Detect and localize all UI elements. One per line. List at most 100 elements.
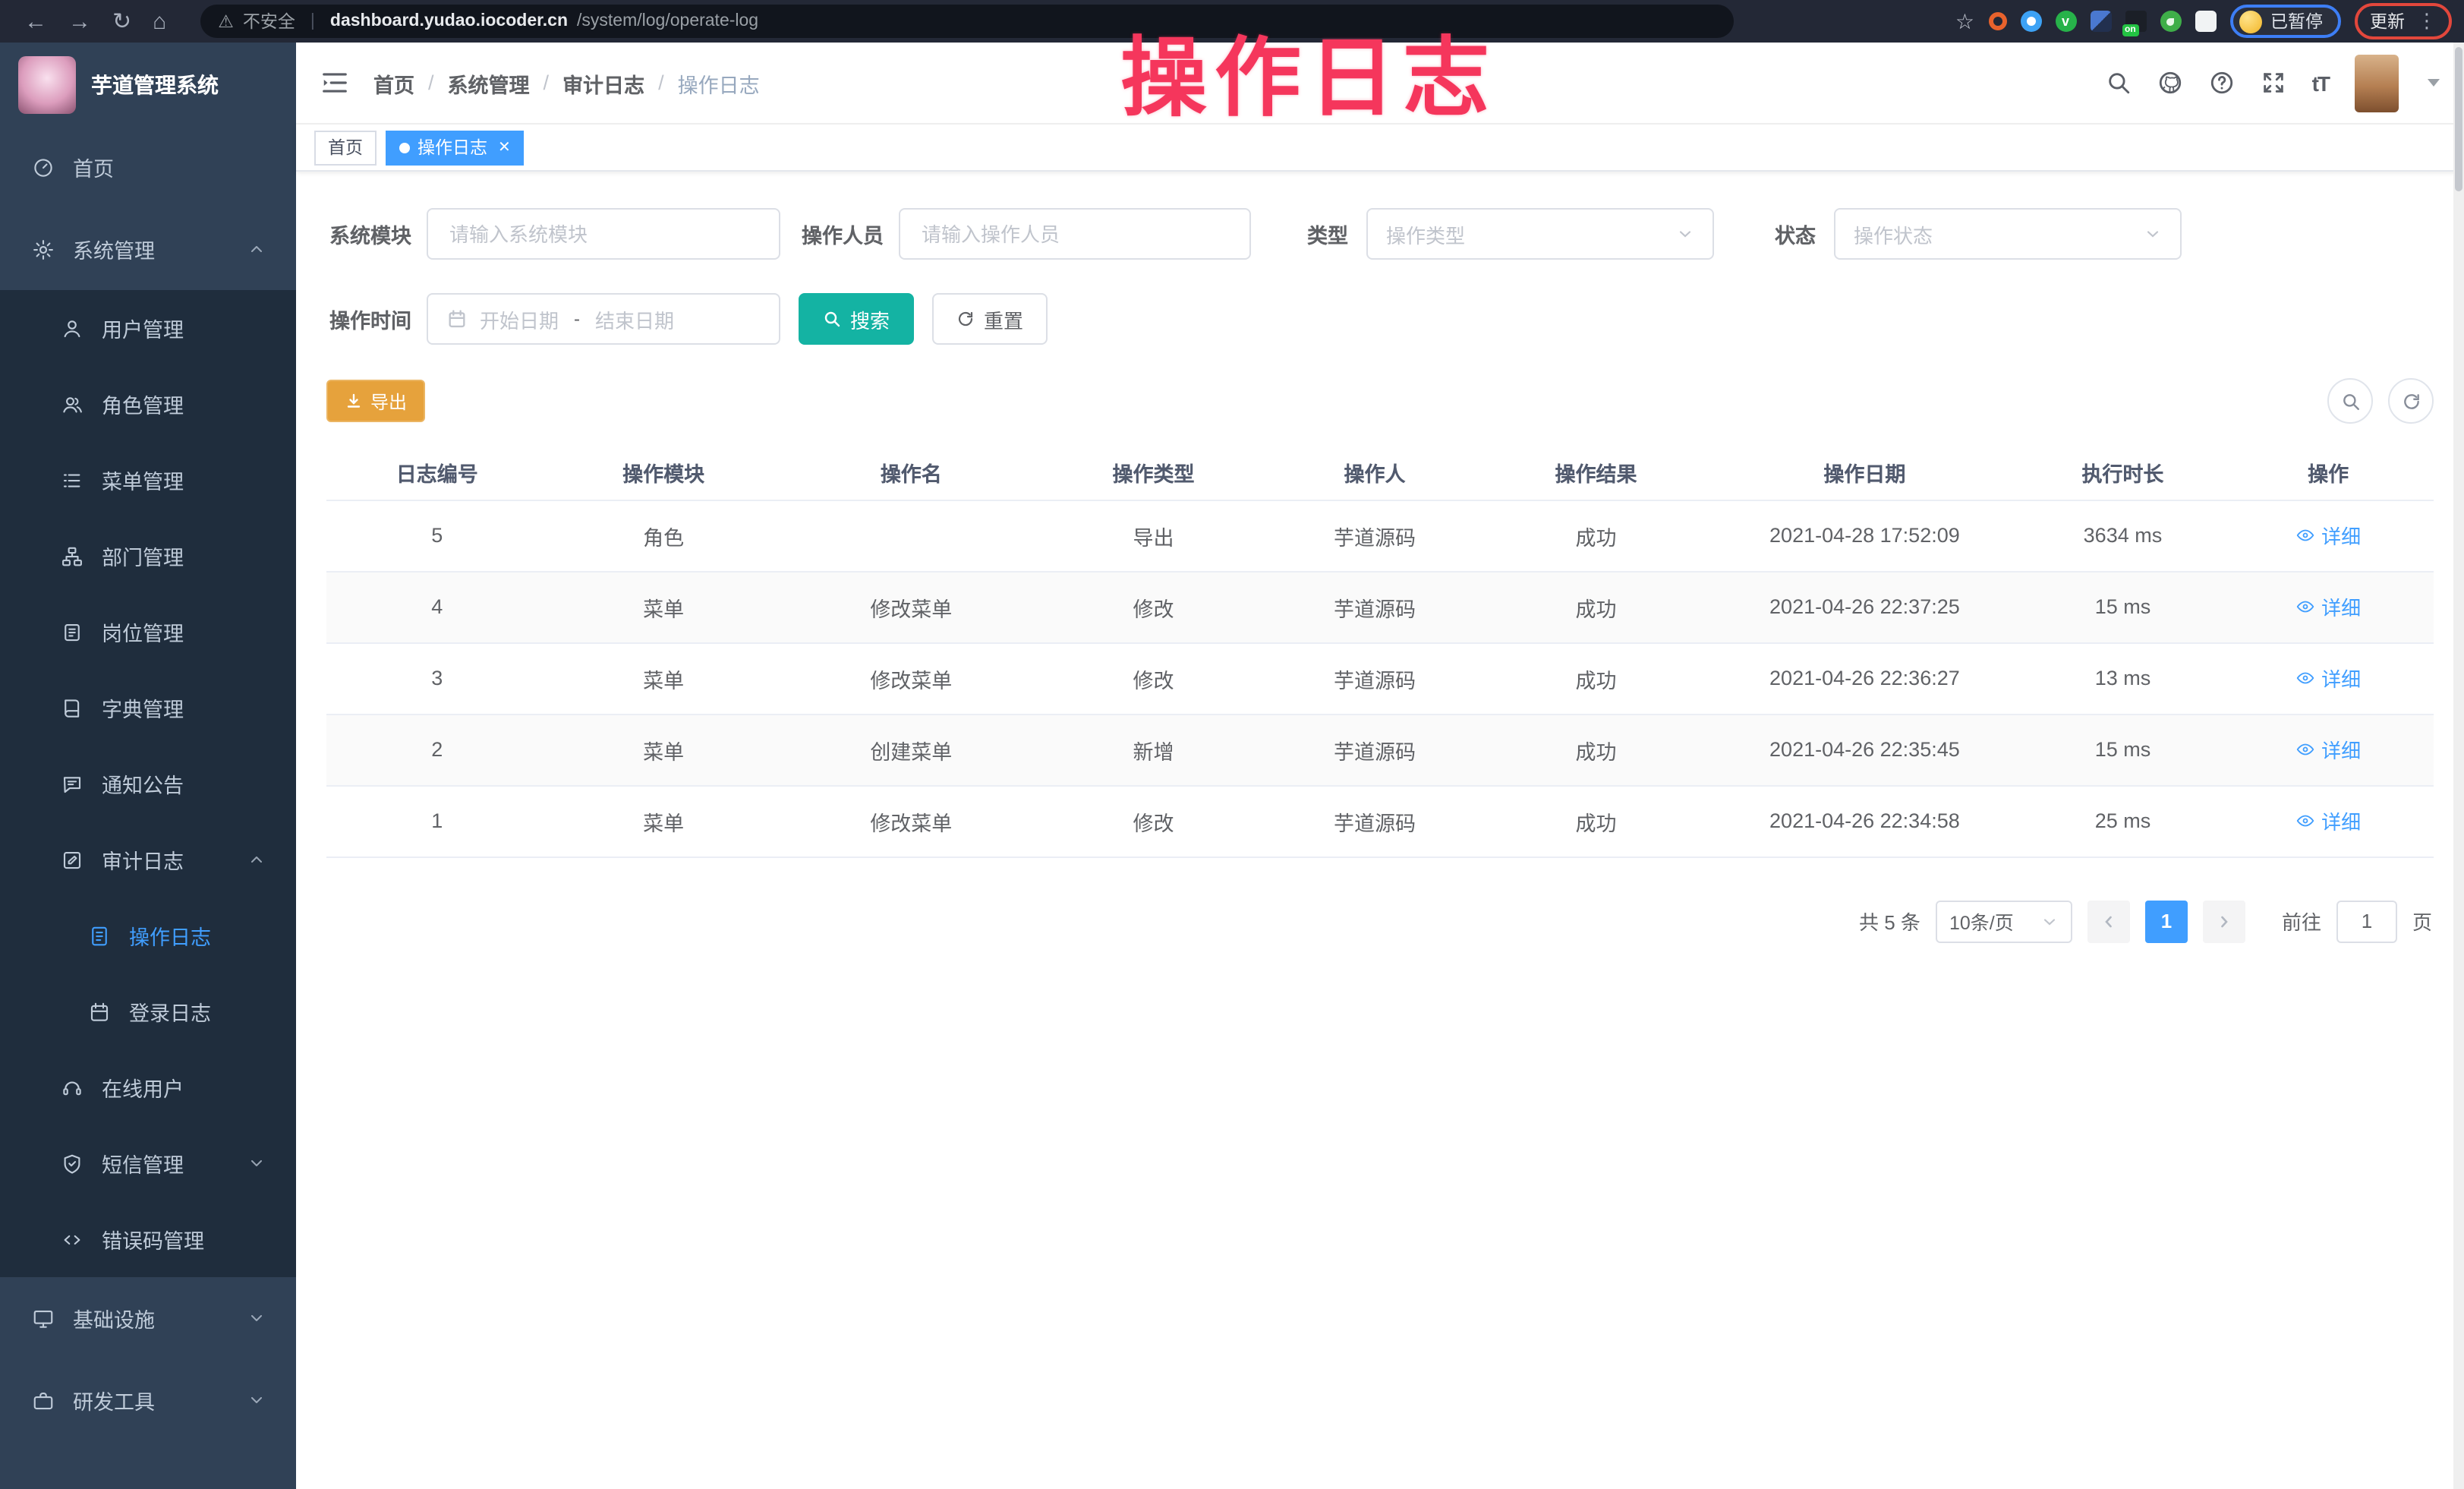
sidebar-toggle-hamburger-icon[interactable] [320,68,349,97]
breadcrumb-separator: / [658,71,664,94]
search-button[interactable]: 搜索 [799,293,914,345]
sidebar-item-label: 短信管理 [102,1148,184,1178]
operator-input[interactable] [918,221,1231,247]
extension-icon[interactable] [2020,11,2041,32]
bookmark-star-icon[interactable]: ☆ [1955,8,1974,34]
sidebar-item-errorcode-management[interactable]: 错误码管理 [0,1201,296,1277]
prev-page-button[interactable] [2087,900,2130,942]
sidebar-item-online-users[interactable]: 在线用户 [0,1049,296,1125]
reload-icon[interactable]: ↻ [112,8,131,35]
detail-link[interactable]: 详细 [2295,806,2361,835]
sidebar-item-label: 通知公告 [102,768,184,799]
toggle-search-button[interactable] [2327,378,2373,424]
breadcrumb-item[interactable]: 首页 [373,68,414,98]
module-input[interactable] [446,221,761,247]
url-path: /system/log/operate-log [577,12,758,30]
sidebar-item-role-management[interactable]: 角色管理 [0,366,296,442]
sidebar-item-notice-announcement[interactable]: 通知公告 [0,746,296,822]
sidebar-item-user-management[interactable]: 用户管理 [0,290,296,366]
sidebar-item-menu-management[interactable]: 菜单管理 [0,442,296,518]
refresh-table-button[interactable] [2388,378,2434,424]
table-column-header: 操作模块 [547,445,779,500]
extension-icon[interactable]: on [2125,11,2146,32]
sidebar-item-label: 用户管理 [102,313,184,343]
address-bar[interactable]: ⚠ 不安全 | dashboard.yudao.iocoder.cn/syste… [200,5,1733,38]
operator-input-wrapper [899,208,1251,260]
font-size-icon[interactable]: tT [2312,71,2329,95]
status-label: 状态 [1773,219,1816,249]
detail-link[interactable]: 详细 [2295,664,2361,692]
forward-icon[interactable]: → [68,8,91,34]
tag-home[interactable]: 首页 [314,130,377,165]
tags-view-bar: 首页操作日志✕ [296,125,2464,172]
goto-page-input[interactable] [2336,900,2397,942]
sidebar-item-operate-log[interactable]: 操作日志 [0,898,296,973]
home-icon[interactable]: ⌂ [153,8,166,34]
cell-duration: 13 ms [2023,642,2223,714]
cell-module: 菜单 [547,714,779,785]
type-select[interactable]: 操作类型 [1366,208,1714,260]
sidebar-item-post-management[interactable]: 岗位管理 [0,594,296,670]
search-icon[interactable] [2106,70,2132,96]
browser-nav-buttons: ← → ↻ ⌂ [12,8,178,35]
org-icon [61,544,83,567]
sidebar-item-dept-management[interactable]: 部门管理 [0,518,296,594]
page-number-button[interactable]: 1 [2145,900,2188,942]
date-range-picker[interactable]: 开始日期 - 结束日期 [427,293,780,345]
tag-operate-log[interactable]: 操作日志✕ [386,130,525,165]
cell-name [780,500,1043,571]
detail-link[interactable]: 详细 [2295,592,2361,621]
refresh-icon [2401,391,2421,411]
sidebar-item-label: 首页 [73,152,114,182]
dashboard-icon [32,156,55,178]
update-button[interactable]: 更新 [2370,9,2405,33]
cell-duration: 3634 ms [2023,500,2223,571]
help-icon[interactable] [2209,70,2235,96]
pagination: 共 5 条 10条/页 1 前往 页 [326,900,2434,942]
sidebar-item-home[interactable]: 首页 [0,126,296,208]
extension-icon[interactable] [1988,12,2006,30]
fullscreen-icon[interactable] [2261,70,2286,96]
avatar-caret-down-icon[interactable] [2428,79,2440,87]
cell-actions: 详细 [2223,642,2434,714]
profile-paused-pill[interactable]: 已暂停 [2229,5,2341,38]
sidebar-logo-row[interactable]: 芋道管理系统 [0,43,296,126]
sidebar-nav: 首页系统管理用户管理角色管理菜单管理部门管理岗位管理字典管理通知公告审计日志操作… [0,126,296,1441]
breadcrumb-item[interactable]: 审计日志 [562,68,644,98]
github-icon[interactable] [2157,70,2183,96]
end-date-placeholder: 结束日期 [595,304,674,333]
extensions-puzzle-icon[interactable] [2195,11,2216,32]
browser-menu-icon[interactable]: ⋮ [2417,9,2437,33]
export-button[interactable]: 导出 [326,380,425,422]
sidebar-item-login-log[interactable]: 登录日志 [0,973,296,1049]
sidebar-item-dev-tools[interactable]: 研发工具 [0,1359,296,1441]
sidebar-item-dict-management[interactable]: 字典管理 [0,670,296,746]
sidebar-item-infrastructure[interactable]: 基础设施 [0,1277,296,1359]
detail-link[interactable]: 详细 [2295,735,2361,764]
page-scrollbar[interactable] [2453,43,2464,1489]
page-size-select[interactable]: 10条/页 [1936,900,2072,942]
next-page-button[interactable] [2203,900,2245,942]
sidebar-item-audit-log[interactable]: 审计日志 [0,822,296,898]
browser-update-area: 更新 ⋮ [2355,3,2452,39]
breadcrumb-item[interactable]: 系统管理 [448,68,530,98]
detail-link[interactable]: 详细 [2295,521,2361,550]
breadcrumb-separator: / [428,71,434,94]
cell-operator: 芋道源码 [1264,642,1485,714]
user-avatar[interactable] [2355,54,2399,112]
eye-icon [2295,811,2315,831]
profile-paused-label: 已暂停 [2270,9,2323,33]
back-icon[interactable]: ← [24,8,47,34]
cell-result: 成功 [1486,714,1706,785]
extension-icon[interactable]: v [2055,11,2076,32]
tag-close-icon[interactable]: ✕ [498,139,511,156]
status-select[interactable]: 操作状态 [1834,208,2182,260]
cell-module: 角色 [547,500,779,571]
scrollbar-thumb[interactable] [2455,47,2462,191]
sidebar-item-sms-management[interactable]: 短信管理 [0,1125,296,1201]
type-select-placeholder: 操作类型 [1386,219,1465,248]
extension-icon[interactable] [2090,11,2111,32]
extension-icon[interactable] [2160,11,2181,32]
sidebar-item-system-management[interactable]: 系统管理 [0,208,296,290]
reset-button[interactable]: 重置 [932,293,1048,345]
